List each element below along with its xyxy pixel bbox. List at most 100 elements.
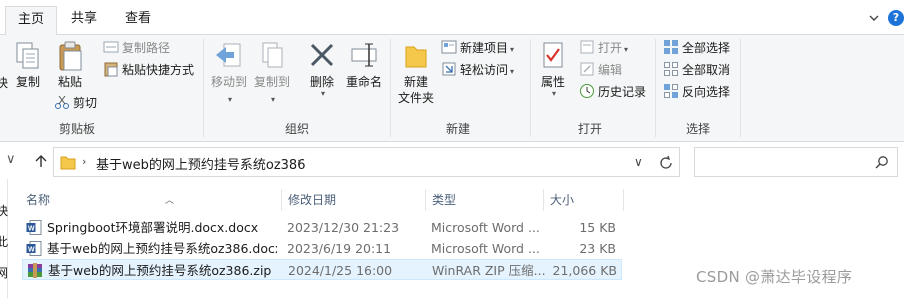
pin-quick-access-button[interactable]: 快 (0, 41, 8, 91)
search-icon (875, 156, 888, 169)
copy-to-label: 复制到▾ (253, 75, 290, 104)
paste-shortcut-icon (104, 62, 118, 77)
copy-label: 复制 (15, 75, 40, 89)
watermark: CSDN @萧达毕设程序 (696, 268, 853, 286)
copy-path-label: 复制路径 (122, 41, 171, 55)
word-doc-icon: W (26, 241, 42, 256)
file-size: 23 KB (579, 241, 616, 256)
group-divider (655, 39, 656, 137)
select-none-button[interactable]: 全部取消 (663, 60, 730, 80)
copy-icon (16, 42, 39, 69)
new-item-button[interactable]: 新建项目 ▾ (441, 38, 514, 58)
open-caret-icon: ▾ (624, 45, 629, 54)
move-to-button[interactable]: 移动到▾ (208, 41, 250, 108)
delete-button[interactable]: 删除 ▾ (304, 41, 340, 98)
paste-shortcut-label: 粘贴快捷方式 (122, 63, 195, 77)
nav-pane-fragment[interactable]: 此 (0, 233, 8, 250)
rename-icon (351, 43, 377, 67)
chevron-down-icon[interactable] (868, 12, 880, 24)
file-date: 2023/12/30 21:23 (287, 220, 400, 235)
paste-button[interactable]: 粘贴 (54, 41, 86, 90)
delete-label: 删除 (309, 75, 334, 89)
paste-shortcut-button[interactable]: 粘贴快捷方式 (103, 60, 194, 80)
delete-x-icon (310, 43, 334, 67)
tab-share[interactable]: 共享 (57, 6, 111, 35)
ribbon: 快 复制 粘贴 复制路径 粘贴快捷方式 剪切 剪贴板 移动到▾ 复制到▾ 删除 … (0, 35, 904, 142)
address-row: ∨ › 基于web的网上预约挂号系统oz386 › ∨ (0, 142, 904, 179)
invert-selection-label: 反向选择 (682, 85, 731, 99)
copy-to-button[interactable]: 复制到▾ (251, 41, 293, 108)
file-name: 基于web的网上预约挂号系统oz386.docx (47, 241, 277, 256)
new-group-label: 新建 (445, 122, 470, 136)
nav-pane-fragment[interactable]: 网 (0, 264, 8, 281)
column-header-date[interactable]: 修改日期 (282, 189, 426, 211)
table-row[interactable]: W 基于web的网上预约挂号系统oz386.docx 2023/6/19 20:… (22, 238, 622, 259)
select-none-icon (664, 62, 678, 76)
search-input[interactable] (694, 147, 898, 177)
folder-icon (60, 156, 76, 170)
group-divider (740, 39, 741, 137)
file-name: Springboot环境部署说明.docx.docx (47, 220, 259, 235)
breadcrumb-chevron-icon[interactable]: › (297, 155, 301, 168)
edit-label: 编辑 (598, 63, 623, 77)
navigation-pane-edge[interactable]: 快 此 网 (0, 179, 8, 298)
properties-button[interactable]: 属性 ▾ (535, 41, 571, 98)
move-to-label: 移动到▾ (210, 75, 247, 104)
invert-selection-button[interactable]: 反向选择 (663, 82, 730, 102)
help-button[interactable]: ? (888, 10, 904, 26)
ribbon-tab-bar: 主页 共享 查看 ? (0, 0, 904, 35)
easy-access-button[interactable]: 轻松访问 ▾ (441, 60, 514, 80)
rename-button[interactable]: 重命名 (342, 41, 386, 90)
new-folder-icon (405, 46, 427, 68)
file-size: 21,066 KB (552, 263, 617, 278)
address-bar[interactable]: › 基于web的网上预约挂号系统oz386 › ∨ (53, 147, 680, 177)
easy-access-icon (442, 62, 456, 76)
new-folder-label-line2: 文件夹 (397, 91, 434, 105)
breadcrumb-chevron-icon[interactable]: › (82, 155, 86, 168)
file-type: WinRAR ZIP 压缩... (432, 263, 546, 278)
table-row-selected[interactable]: 基于web的网上预约挂号系统oz386.zip 2024/1/25 16:00 … (22, 259, 622, 280)
breadcrumb-current[interactable]: 基于web的网上预约挂号系统oz386 (96, 154, 305, 173)
new-item-icon (441, 40, 457, 54)
sort-ascending-icon: ︿ (165, 196, 175, 206)
column-header-name[interactable]: 名称 ︿ (20, 189, 282, 211)
tab-view[interactable]: 查看 (111, 6, 165, 35)
select-group-label: 选择 (685, 122, 710, 136)
group-divider (390, 39, 391, 137)
select-none-label: 全部取消 (682, 63, 731, 77)
recent-locations-icon[interactable]: ∨ (6, 152, 16, 167)
easy-access-label: 轻松访问 (460, 63, 509, 77)
file-type: Microsoft Word ... (431, 220, 540, 235)
open-label: 打开 (598, 41, 623, 55)
new-folder-button[interactable]: 新建 文件夹 (394, 41, 438, 106)
open-icon (580, 40, 594, 54)
tab-home[interactable]: 主页 (5, 6, 57, 35)
new-folder-label-line1: 新建 (403, 75, 428, 89)
column-header-type[interactable]: 类型 (426, 189, 544, 211)
easy-access-caret-icon: ▾ (510, 67, 515, 76)
invert-selection-icon (664, 84, 678, 98)
table-row[interactable]: W Springboot环境部署说明.docx.docx 2023/12/30 … (22, 217, 622, 238)
cut-button[interactable]: 剪切 (54, 93, 97, 113)
nav-pane-fragment[interactable]: 快 (0, 202, 8, 219)
address-dropdown-icon[interactable]: ∨ (634, 155, 643, 169)
up-arrow-icon[interactable] (34, 154, 48, 168)
refresh-icon[interactable] (658, 155, 674, 171)
open-button[interactable]: 打开 ▾ (579, 38, 628, 58)
word-doc-icon: W (26, 220, 42, 235)
history-icon (580, 84, 594, 98)
copy-button[interactable]: 复制 (12, 41, 44, 90)
copy-path-button[interactable]: 复制路径 (103, 38, 170, 58)
cut-label: 剪切 (73, 96, 98, 110)
rename-label: 重命名 (345, 75, 382, 89)
new-item-caret-icon: ▾ (510, 45, 515, 54)
history-button[interactable]: 历史记录 (579, 82, 646, 102)
open-group-label: 打开 (577, 122, 602, 136)
history-label: 历史记录 (598, 85, 647, 99)
column-header-size[interactable]: 大小 (544, 189, 624, 211)
copy-path-icon (103, 41, 119, 53)
select-all-button[interactable]: 全部选择 (663, 38, 730, 58)
edit-button[interactable]: 编辑 (579, 60, 622, 80)
svg-text:W: W (28, 226, 35, 233)
file-name: 基于web的网上预约挂号系统oz386.zip (48, 263, 272, 278)
